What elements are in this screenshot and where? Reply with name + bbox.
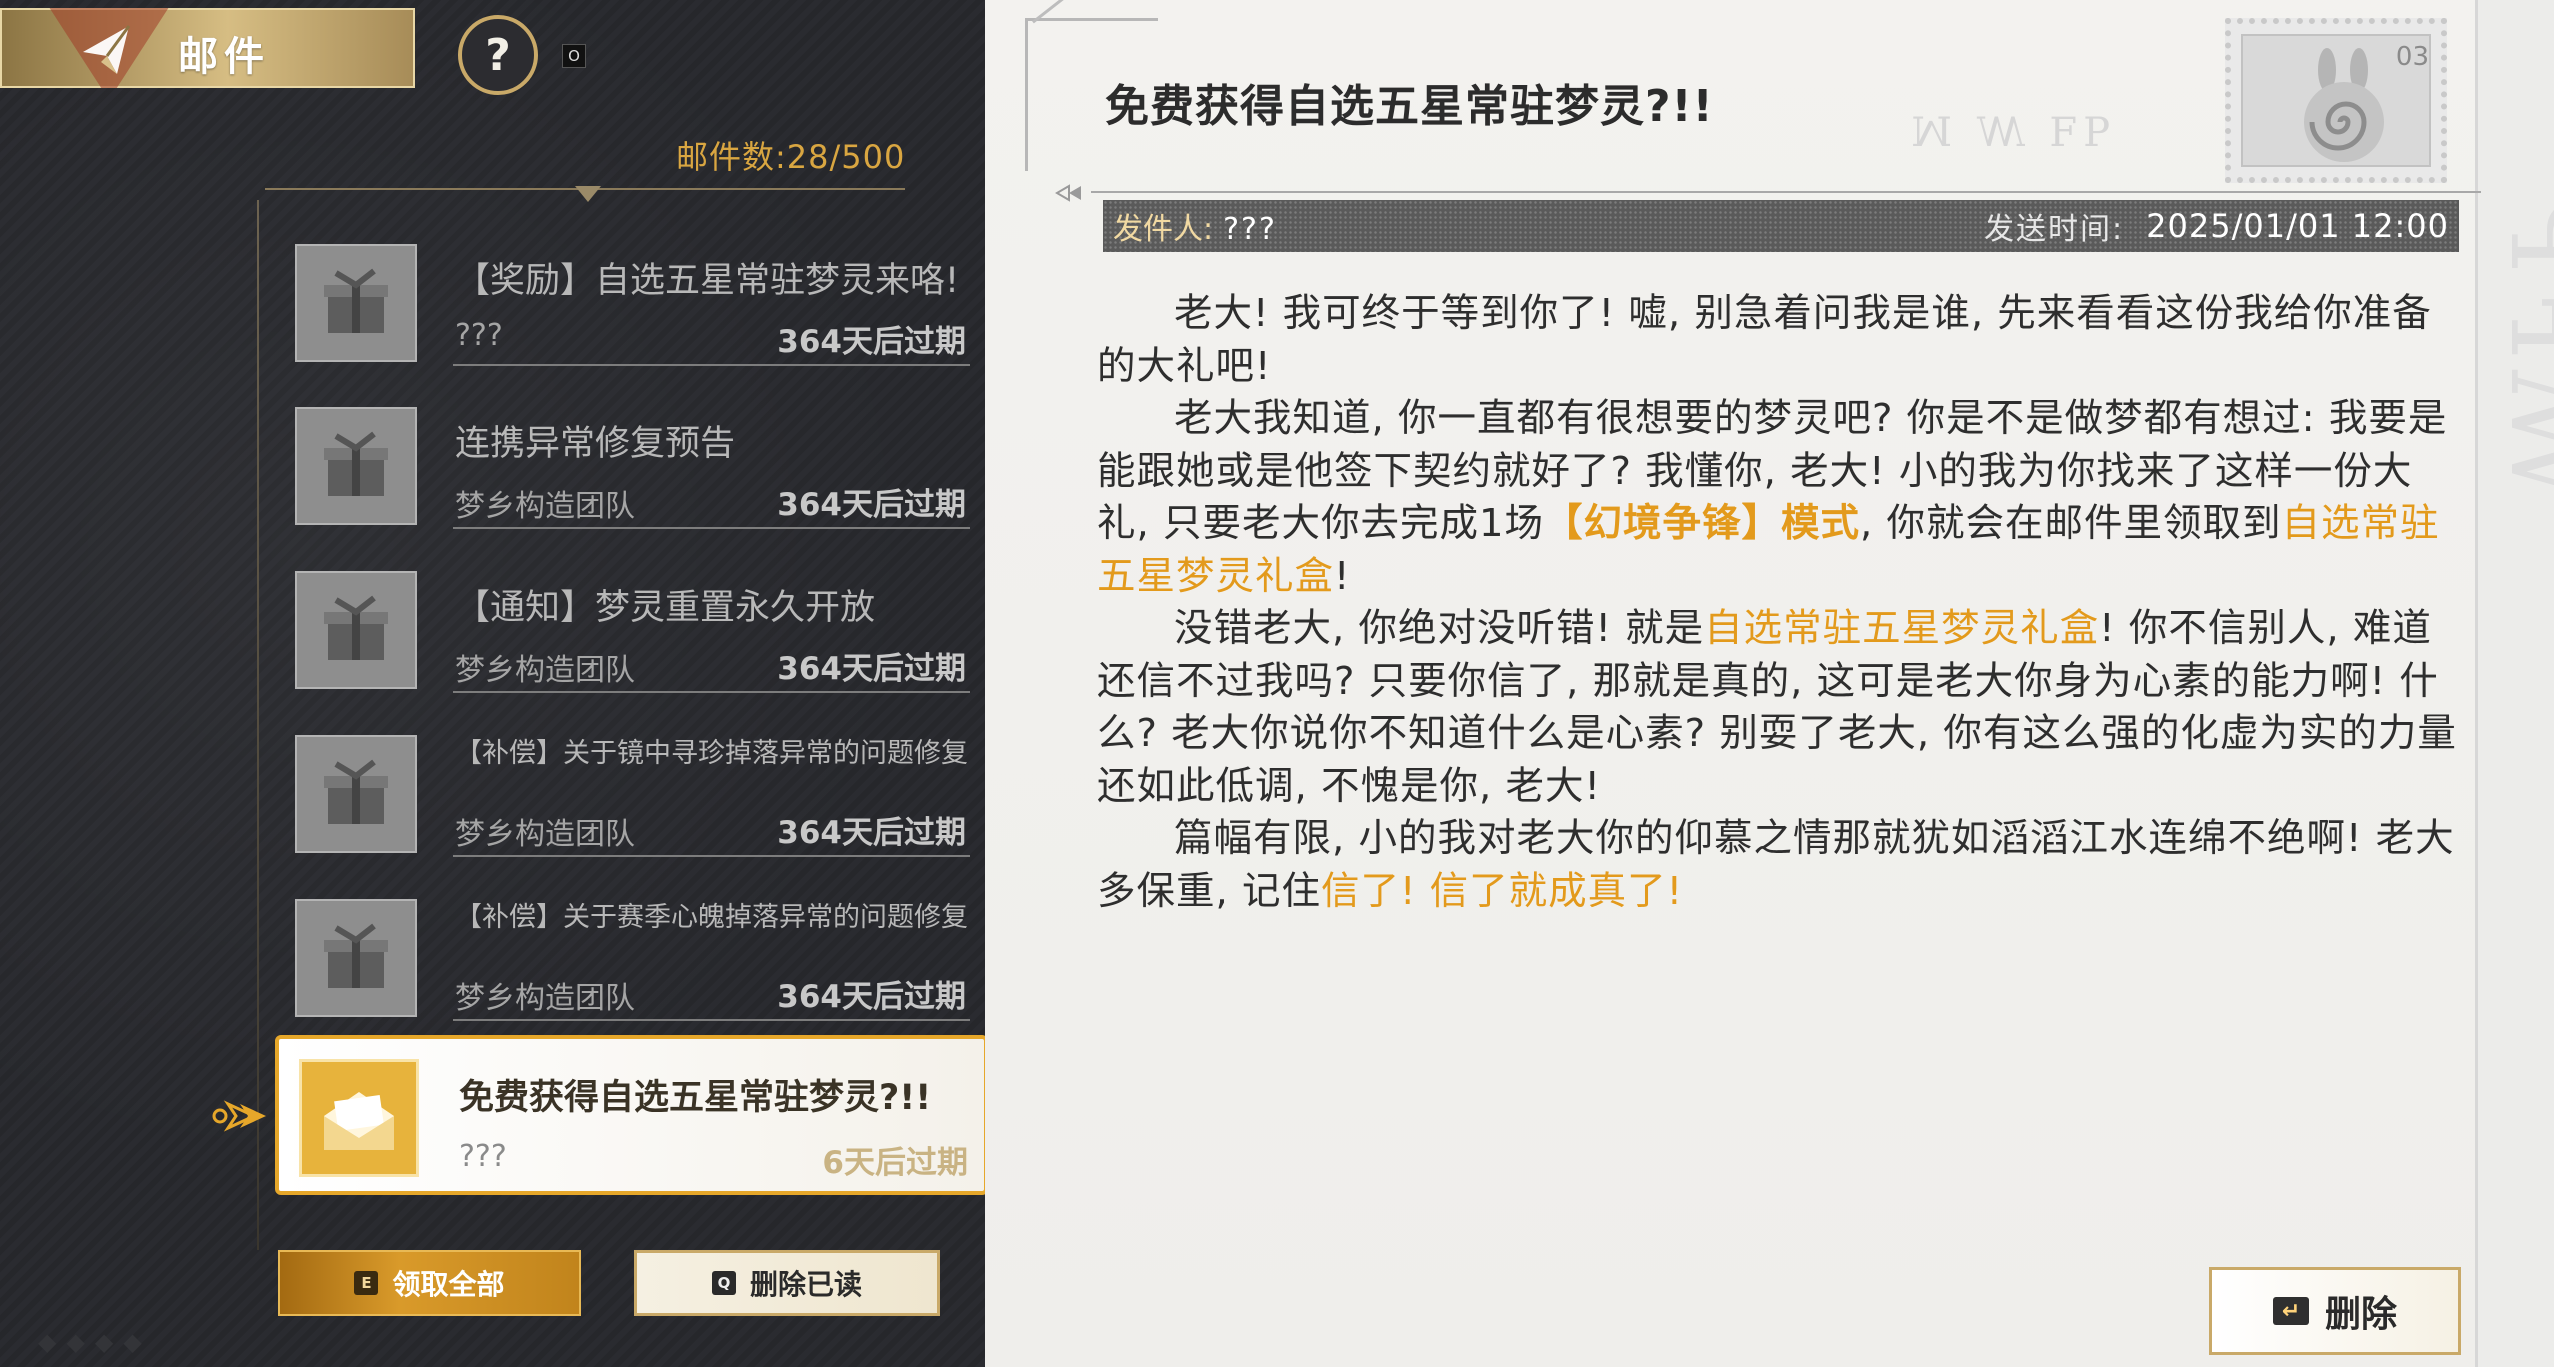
mail-title: 免费获得自选五星常驻梦灵?!! xyxy=(459,1078,932,1118)
body-paragraph: 老大! 我可终于等到你了! 嘘, 别急着问我是谁, 先来看看这份我给你准备的大礼… xyxy=(1097,291,2432,389)
body-paragraph: 篇幅有限, 小的我对老大你的仰慕之情那就犹如滔滔江水连绵不绝啊! 老大多保重, … xyxy=(1097,816,2455,914)
collect-all-button[interactable]: E 领取全部 xyxy=(278,1250,581,1316)
mail-expiry: 364天后过期 xyxy=(777,979,966,1015)
help-icon: ? xyxy=(485,29,511,81)
body-paragraph: 老大我知道, 你一直都有很想要的梦灵吧? 你是不是做梦都有想过: 我要是能跟她或… xyxy=(1097,396,2448,599)
mail-list-item-selected[interactable]: 免费获得自选五星常驻梦灵?!! ??? 6天后过期 xyxy=(275,1035,988,1195)
mail-meta-bar: 发件人:??? 发送时间: 2025/01/01 12:00 xyxy=(1103,200,2459,252)
mail-expiry: 364天后过期 xyxy=(777,815,966,851)
return-key-icon: ↵ xyxy=(2272,1297,2309,1325)
delete-read-button[interactable]: Q 删除已读 xyxy=(634,1250,940,1316)
sender-value: ??? xyxy=(1223,212,1277,247)
mail-list-item[interactable]: 【奖励】自选五星常驻梦灵来咯! ??? 364天后过期 xyxy=(295,240,970,370)
body-paragraph: 没错老大, 你绝对没听错! 就是自选常驻五星梦灵礼盒! 你不信别人, 难道还信不… xyxy=(1097,606,2457,809)
delete-button[interactable]: ↵ 删除 xyxy=(2209,1267,2461,1355)
stamp-number: 03 xyxy=(2395,42,2429,72)
delete-label: 删除 xyxy=(2324,1294,2397,1335)
mail-title: 【通知】梦灵重置永久开放 xyxy=(455,588,876,628)
mail-sender: 梦乡构造团队 xyxy=(455,817,635,852)
mail-detail-panel: 免费获得自选五星常驻梦灵?!! ꟼꟻ ꟿ ꟽ 03 ꟼꟻꟿ 发件人:??? 发送… xyxy=(985,0,2554,1367)
mail-sender: 梦乡构造团队 xyxy=(455,653,635,688)
right-edge-decoration: ꟼꟻꟿ xyxy=(2475,0,2554,1367)
selection-arrow-icon xyxy=(212,1100,266,1132)
gift-box-icon xyxy=(295,899,417,1017)
mail-body: 老大! 我可终于等到你了! 嘘, 别急着问我是谁, 先来看看这份我给你准备的大礼… xyxy=(1097,288,2457,918)
delete-read-label: 删除已读 xyxy=(749,1268,862,1301)
key-hint: E xyxy=(354,1271,379,1295)
mail-list-item[interactable]: 连携异常修复预告 梦乡构造团队 364天后过期 xyxy=(295,403,970,533)
collect-all-label: 领取全部 xyxy=(392,1268,505,1301)
open-envelope-icon xyxy=(299,1059,419,1177)
divider xyxy=(265,186,905,202)
decorative-dots: ◆◆◆◆ xyxy=(38,1328,152,1356)
sender-label: 发件人: xyxy=(1113,212,1214,247)
mail-expiry: 364天后过期 xyxy=(777,324,966,360)
gift-box-icon xyxy=(295,571,417,689)
mail-sender: ??? xyxy=(455,318,503,353)
mail-sender: 梦乡构造团队 xyxy=(455,981,635,1016)
mail-list-item[interactable]: 【通知】梦灵重置永久开放 梦乡构造团队 364天后过期 xyxy=(295,567,970,697)
mail-list-item[interactable]: 【补偿】关于镜中寻珍掉落异常的问题修复 梦乡构造团队 364天后过期 xyxy=(295,731,970,861)
mail-sender: ??? xyxy=(459,1139,507,1174)
postage-stamp: 03 xyxy=(2225,18,2447,183)
mail-expiry: 6天后过期 xyxy=(822,1145,968,1181)
mail-list-item[interactable]: 【补偿】关于赛季心魄掉落异常的问题修复 梦乡构造团队 364天后过期 xyxy=(295,895,970,1025)
gift-box-icon xyxy=(295,244,417,362)
highlight-text: 自选常驻五星梦灵礼盒 xyxy=(1704,606,2100,651)
highlight-text: 【幻境争锋】模式 xyxy=(1543,501,1860,546)
page-title: 邮件 xyxy=(178,34,270,80)
mail-logo-icon xyxy=(83,25,131,74)
mail-title: 【补偿】关于赛季心魄掉落异常的问题修复 xyxy=(455,902,968,933)
help-button[interactable]: ? xyxy=(458,15,538,95)
detail-title: 免费获得自选五星常驻梦灵?!! xyxy=(1105,81,1714,132)
gift-box-icon xyxy=(295,735,417,853)
arrow-decoration-icon xyxy=(1055,184,1081,202)
rune-decoration: ꟼꟻ ꟿ ꟽ xyxy=(1905,110,2111,156)
send-time-label: 发送时间: xyxy=(1984,212,2125,247)
mail-list-panel: 邮件 ? O 邮件数:28/500 【奖励】自选五星常驻梦灵来咯! ??? 36… xyxy=(0,0,988,1367)
divider xyxy=(1091,191,2481,193)
mail-title: 【奖励】自选五星常驻梦灵来咯! xyxy=(455,261,960,301)
mail-sender: 梦乡构造团队 xyxy=(455,489,635,524)
help-key-hint: O xyxy=(562,44,586,68)
mail-title: 连携异常修复预告 xyxy=(455,424,736,464)
send-time-value: 2025/01/01 12:00 xyxy=(2146,207,2449,245)
mail-expiry: 364天后过期 xyxy=(777,651,966,687)
mail-count: 邮件数:28/500 xyxy=(676,138,906,176)
mail-title: 【补偿】关于镜中寻珍掉落异常的问题修复 xyxy=(455,738,968,769)
highlight-text: 信了! 信了就成真了! xyxy=(1320,868,1684,914)
gift-box-icon xyxy=(295,407,417,525)
rabbit-swirl-icon xyxy=(2304,48,2384,162)
key-hint: Q xyxy=(711,1271,736,1295)
mail-expiry: 364天后过期 xyxy=(777,487,966,523)
list-guide-line xyxy=(257,200,259,1250)
mail-title-tab: 邮件 xyxy=(0,8,415,88)
